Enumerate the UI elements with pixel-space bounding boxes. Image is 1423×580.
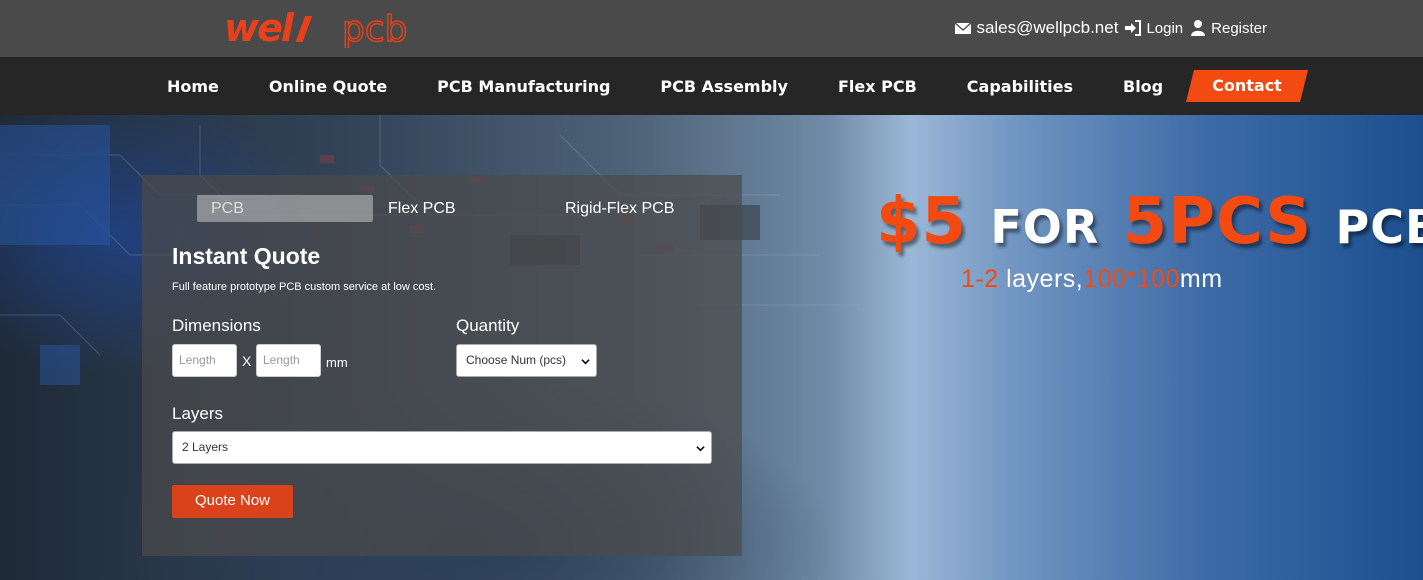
dimension-separator: X <box>242 353 252 369</box>
promo-price: $5 <box>876 185 968 259</box>
promo-banner: $5 FOR 5PCS PCB 1-2 layers,100*100mm <box>876 183 1423 293</box>
nav-pcb-assembly[interactable]: PCB Assembly <box>635 77 813 96</box>
quote-now-button[interactable]: Quote Now <box>172 485 293 518</box>
tab-rigid-flex-pcb[interactable]: Rigid-Flex PCB <box>565 195 674 222</box>
promo-layers-word: layers, <box>998 265 1084 293</box>
envelope-icon <box>954 22 972 34</box>
quantity-label: Quantity <box>456 316 520 335</box>
quantity-select[interactable]: Choose Num (pcs) <box>456 344 597 377</box>
svg-text:pcb: pcb <box>342 9 408 48</box>
quote-title: Instant Quote <box>172 243 321 269</box>
promo-for: FOR <box>990 200 1100 254</box>
length-input[interactable]: Length <box>172 344 237 377</box>
user-icon <box>1191 20 1206 36</box>
nav-contact[interactable]: Contact <box>1190 70 1304 102</box>
promo-pcb: PCB <box>1335 200 1423 254</box>
promo-headline: $5 FOR 5PCS PCB <box>876 183 1423 266</box>
unit-label: mm <box>326 355 348 370</box>
tab-pcb[interactable]: PCB <box>197 195 373 222</box>
tab-flex-pcb[interactable]: Flex PCB <box>388 195 456 222</box>
instant-quote-panel: PCB Flex PCB Rigid-Flex PCB Instant Quot… <box>142 175 742 556</box>
pcb-type-tabs: PCB Flex PCB Rigid-Flex PCB <box>197 195 717 223</box>
nav-capabilities[interactable]: Capabilities <box>942 77 1098 96</box>
login-text: Login <box>1146 19 1184 37</box>
quantity-select-value: Choose Num (pcs) <box>466 353 567 367</box>
promo-size-unit: mm <box>1179 265 1223 293</box>
top-bar: wel pcb sales@wellpcb.net Login Register <box>0 0 1423 57</box>
chevron-down-icon <box>581 359 590 365</box>
contact-links: sales@wellpcb.net Login Register <box>954 18 1267 38</box>
promo-size: 100*100 <box>1083 265 1180 293</box>
layers-select[interactable]: 2 Layers <box>172 431 712 464</box>
width-input[interactable]: Length <box>256 344 321 377</box>
promo-pcs: 5PCS <box>1122 185 1313 259</box>
nav-home[interactable]: Home <box>142 77 244 96</box>
svg-text:wel: wel <box>224 8 295 48</box>
register-text: Register <box>1211 19 1267 37</box>
wellpcb-logo[interactable]: wel pcb <box>224 8 444 48</box>
email-text: sales@wellpcb.net <box>976 18 1119 37</box>
email-link[interactable]: sales@wellpcb.net <box>954 18 1118 38</box>
sign-in-icon <box>1125 20 1142 36</box>
main-nav: Home Online Quote PCB Manufacturing PCB … <box>0 57 1423 115</box>
nav-pcb-manufacturing[interactable]: PCB Manufacturing <box>412 77 635 96</box>
login-link[interactable]: Login <box>1124 19 1183 37</box>
nav-blog[interactable]: Blog <box>1098 77 1188 96</box>
layers-select-value: 2 Layers <box>182 440 229 454</box>
nav-flex-pcb[interactable]: Flex PCB <box>813 77 942 96</box>
dimensions-label: Dimensions <box>172 316 261 335</box>
chevron-down-icon <box>696 446 705 452</box>
register-link[interactable]: Register <box>1189 19 1267 37</box>
nav-online-quote[interactable]: Online Quote <box>244 77 412 96</box>
quote-subtitle: Full feature prototype PCB custom servic… <box>172 281 437 293</box>
hero-banner: PCB Flex PCB Rigid-Flex PCB Instant Quot… <box>0 115 1423 580</box>
layers-label: Layers <box>172 404 224 423</box>
promo-layers-range: 1-2 <box>961 265 999 293</box>
promo-subline: 1-2 layers,100*100mm <box>961 265 1223 294</box>
nav-list: Home Online Quote PCB Manufacturing PCB … <box>142 57 1304 115</box>
